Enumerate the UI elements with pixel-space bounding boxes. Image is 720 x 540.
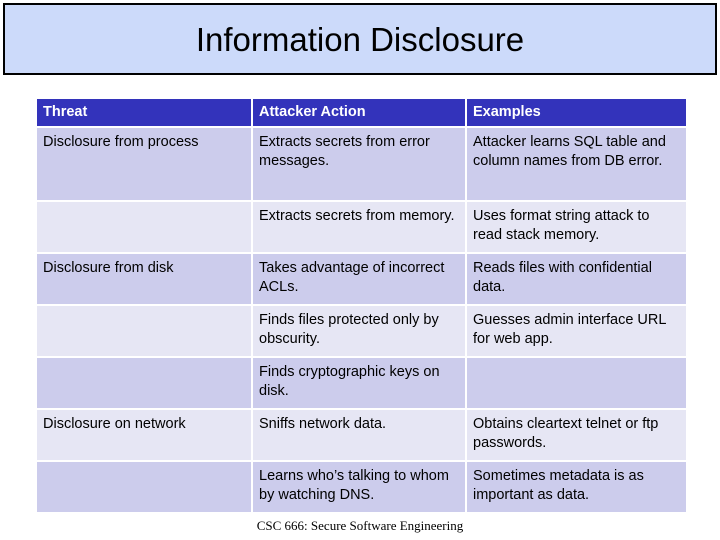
slide-title-banner: Information Disclosure [3,3,717,75]
column-header-threat: Threat [37,99,251,127]
cell-example: Attacker learns SQL table and column nam… [467,128,686,201]
cell-threat [37,202,251,253]
table-row: Extracts secrets from memory. Uses forma… [37,202,686,253]
table-row: Disclosure on network Sniffs network dat… [37,410,686,461]
cell-example: Guesses admin interface URL for web app. [467,306,686,357]
table-row: Finds cryptographic keys on disk. [37,358,686,409]
cell-threat [37,358,251,409]
table-header-row: Threat Attacker Action Examples [37,99,686,127]
cell-action: Learns who’s talking to whom by watching… [253,462,465,513]
cell-example: Uses format string attack to read stack … [467,202,686,253]
cell-threat [37,462,251,513]
cell-action: Extracts secrets from memory. [253,202,465,253]
cell-action: Sniffs network data. [253,410,465,461]
table-body: Disclosure from process Extracts secrets… [37,128,686,513]
cell-threat: Disclosure from disk [37,254,251,305]
cell-action: Finds files protected only by obscurity. [253,306,465,357]
cell-action: Takes advantage of incorrect ACLs. [253,254,465,305]
cell-action: Extracts secrets from error messages. [253,128,465,201]
table-row: Finds files protected only by obscurity.… [37,306,686,357]
cell-threat: Disclosure on network [37,410,251,461]
slide-footer: CSC 666: Secure Software Engineering [256,518,464,533]
cell-example: Obtains cleartext telnet or ftp password… [467,410,686,461]
table-row: Disclosure from disk Takes advantage of … [37,254,686,305]
cell-threat: Disclosure from process [37,128,251,201]
cell-example: Reads files with confidential data. [467,254,686,305]
page-title: Information Disclosure [195,20,525,58]
threat-table: Threat Attacker Action Examples Disclosu… [35,97,688,514]
cell-example [467,358,686,409]
cell-action: Finds cryptographic keys on disk. [253,358,465,409]
table-row: Disclosure from process Extracts secrets… [37,128,686,201]
cell-threat [37,306,251,357]
cell-example: Sometimes metadata is as important as da… [467,462,686,513]
table-row: Learns who’s talking to whom by watching… [37,462,686,513]
table-header: Threat Attacker Action Examples [37,99,686,127]
column-header-action: Attacker Action [253,99,465,127]
column-header-examples: Examples [467,99,686,127]
